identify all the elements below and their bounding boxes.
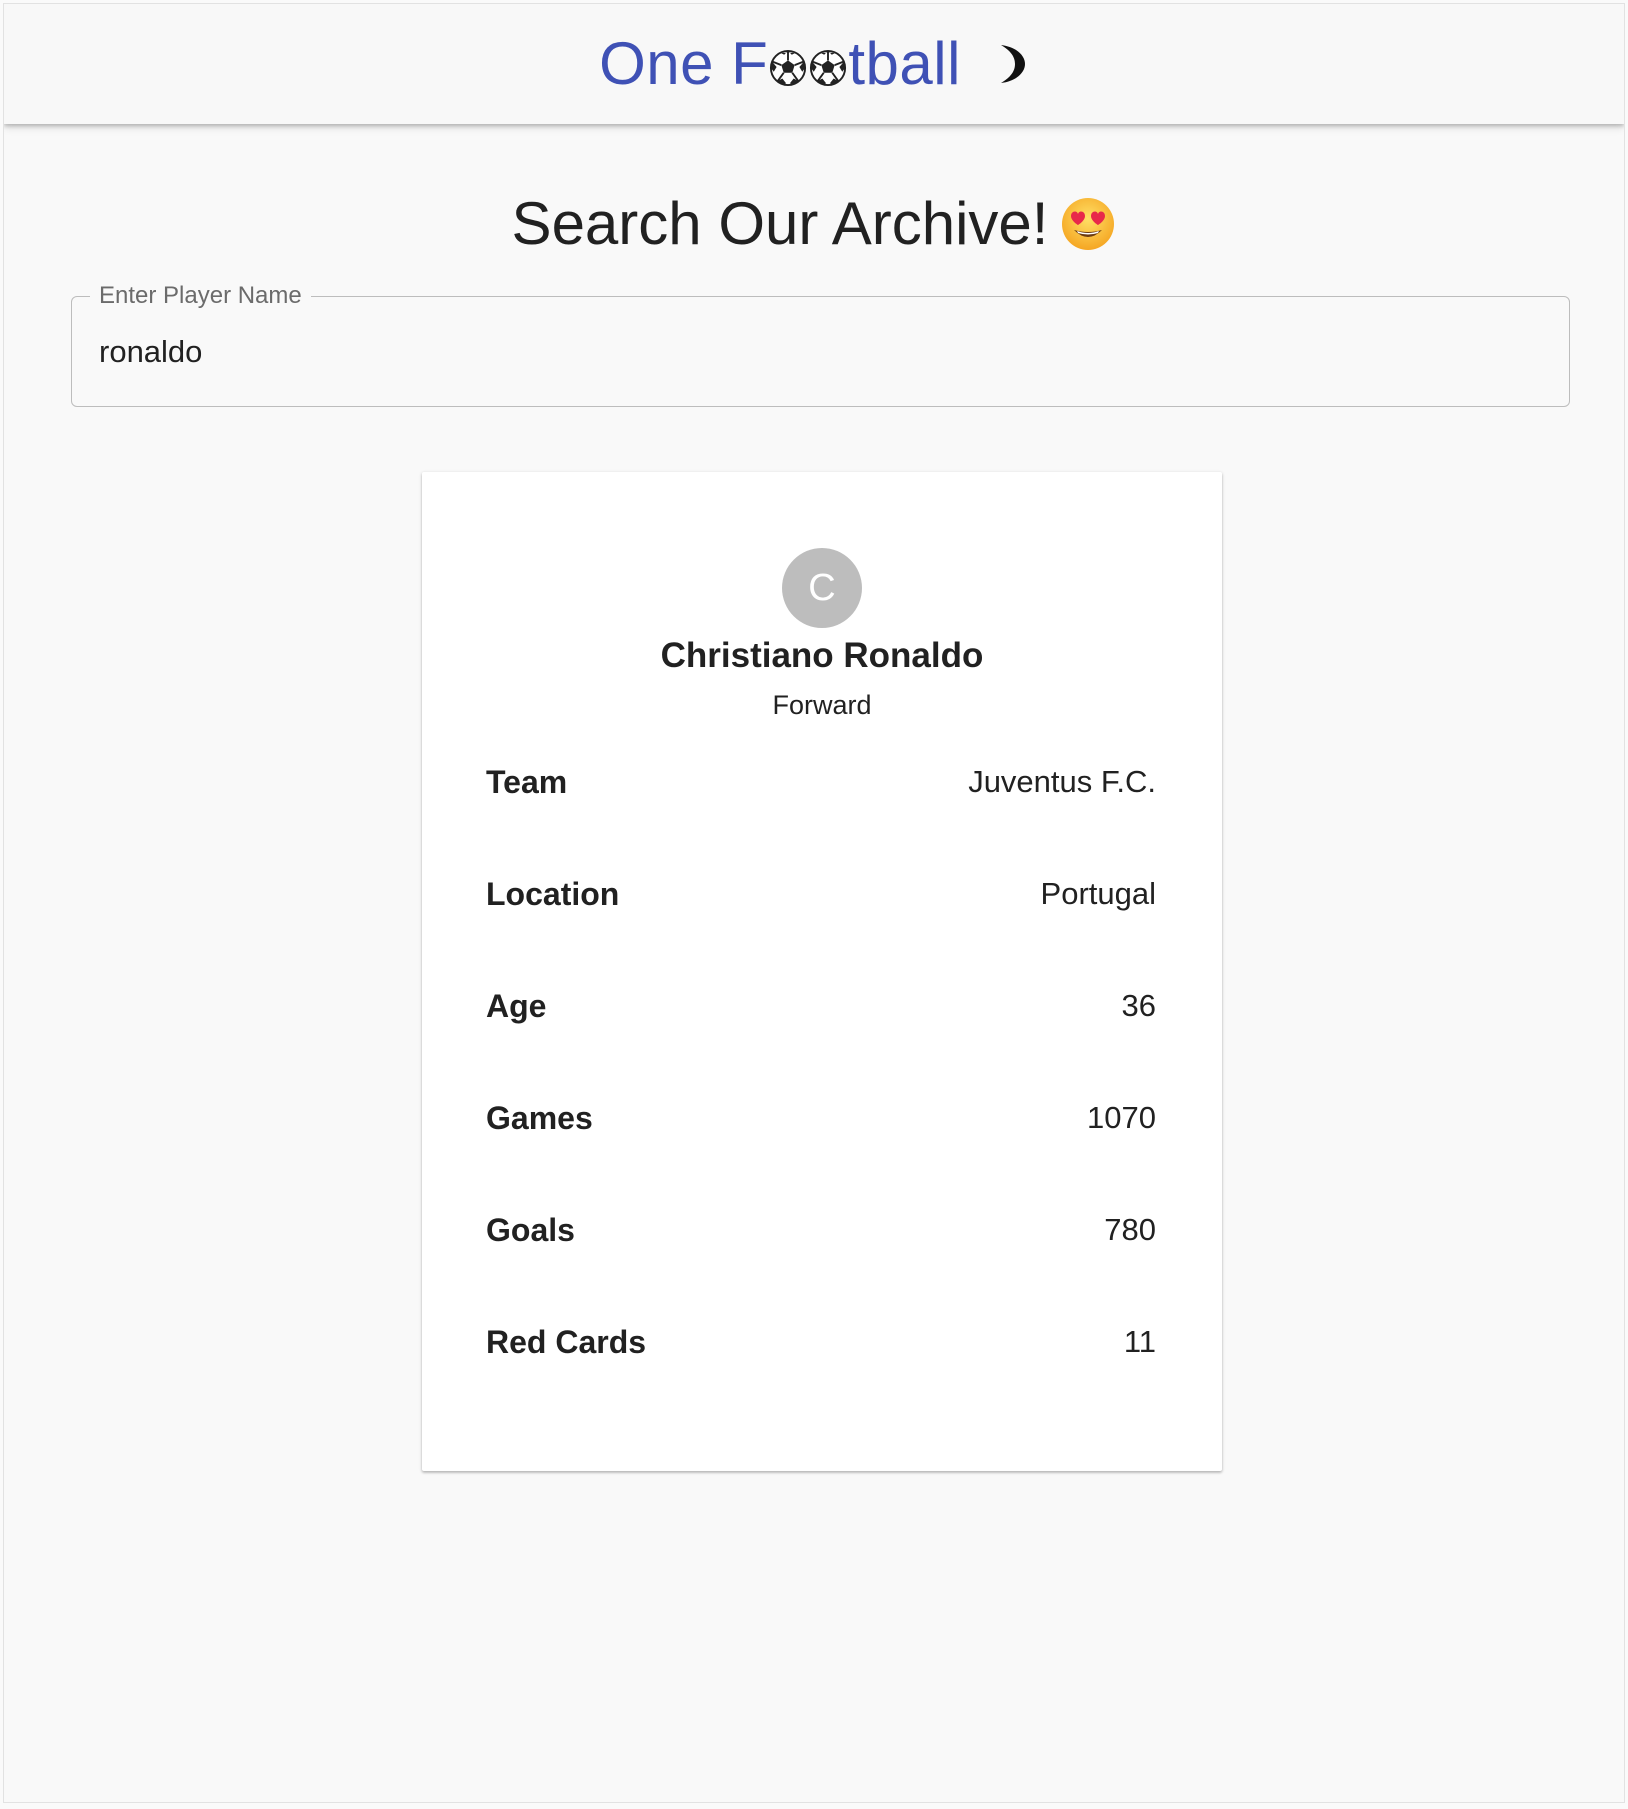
stat-label: Red Cards — [486, 1324, 647, 1360]
stat-value: Portugal — [1040, 876, 1156, 911]
dark-mode-toggle-icon — [1000, 45, 1025, 83]
stat-row-games: Games 1070 — [486, 1094, 1156, 1156]
soccer-ball-icon — [770, 49, 807, 87]
stat-value: 780 — [1104, 1212, 1156, 1247]
stat-row-red-cards: Red Cards 11 — [486, 1318, 1156, 1380]
app-window: One F tball Search Our Archive! Enter Pl… — [3, 3, 1625, 1803]
brand-text-end: tball — [848, 30, 961, 97]
stat-value: 1070 — [1087, 1100, 1156, 1135]
avatar: C — [782, 548, 862, 628]
player-position: Forward — [772, 690, 872, 720]
app-header: One F tball — [4, 4, 1624, 124]
stat-label: Team — [486, 764, 568, 800]
soccer-ball-icon — [810, 49, 847, 87]
player-card: C Christiano Ronaldo Forward Team Juvent… — [422, 472, 1222, 1471]
stat-label: Age — [486, 988, 547, 1024]
stat-value: 36 — [1121, 988, 1156, 1023]
stat-row-team: Team Juventus F.C. — [486, 758, 1156, 820]
heart-eyes-emoji-icon — [1062, 198, 1115, 250]
player-search-field[interactable]: Enter Player Name — [71, 281, 1570, 407]
stat-label: Games — [486, 1100, 593, 1136]
stat-row-location: Location Portugal — [486, 870, 1156, 932]
page-title-text: Search Our Archive! — [511, 190, 1049, 257]
page-title: Search Our Archive! — [4, 189, 1624, 259]
player-search-input[interactable] — [99, 327, 1539, 377]
player-name: Christiano Ronaldo — [660, 636, 984, 675]
stat-row-age: Age 36 — [486, 982, 1156, 1044]
moon-icon[interactable] — [995, 42, 1029, 86]
stat-value: Juventus F.C. — [968, 764, 1156, 799]
stat-value: 11 — [1123, 1324, 1156, 1359]
stat-row-goals: Goals 780 — [486, 1206, 1156, 1268]
brand-text-start: One F — [599, 30, 769, 97]
player-stats-list: Team Juventus F.C. Location Portugal Age… — [486, 758, 1156, 1380]
stat-label: Goals — [486, 1212, 575, 1248]
stat-label: Location — [486, 876, 620, 912]
player-search-label: Enter Player Name — [90, 281, 311, 311]
brand-logo[interactable]: One F tball — [599, 34, 961, 94]
